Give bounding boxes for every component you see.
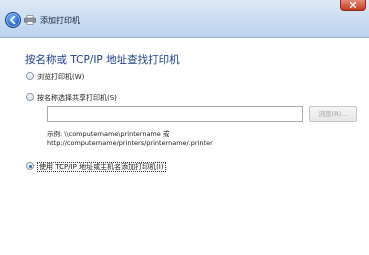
- browse-label: 浏览打印机(W): [37, 73, 85, 81]
- close-button[interactable]: [340, 0, 366, 11]
- option-tcpip[interactable]: 使用 TCP/IP 地址或主机名添加打印机(I): [26, 162, 166, 172]
- wizard-content: 按名称或 TCP/IP 地址查找打印机 浏览打印机(W) 按名称选择共享打印机(…: [0, 38, 369, 255]
- option-browse[interactable]: 浏览打印机(W): [26, 72, 84, 82]
- browse-button[interactable]: 浏览(R)...: [309, 106, 357, 122]
- window-title: 添加打印机: [40, 16, 80, 25]
- tcpip-label: 使用 TCP/IP 地址或主机名添加打印机(I): [37, 162, 166, 172]
- back-button[interactable]: [5, 12, 21, 28]
- example-line-2: http://computername/printers/printername…: [47, 139, 213, 147]
- printer-icon: [24, 15, 36, 25]
- example-line-1: 示例: \\computername\printername 或: [47, 130, 170, 138]
- back-arrow-icon: [10, 15, 16, 25]
- browse-radio[interactable]: [26, 72, 34, 80]
- option-share[interactable]: 按名称选择共享打印机(S): [26, 93, 117, 103]
- tcpip-radio[interactable]: [26, 162, 34, 170]
- close-icon: [349, 1, 357, 9]
- share-name-input[interactable]: [47, 106, 303, 122]
- example-text: 示例: \\computername\printername 或 http://…: [47, 130, 213, 148]
- share-radio[interactable]: [26, 93, 34, 101]
- page-heading: 按名称或 TCP/IP 地址查找打印机: [25, 54, 180, 66]
- share-label: 按名称选择共享打印机(S): [37, 94, 117, 102]
- title-bar: 添加打印机: [0, 0, 369, 38]
